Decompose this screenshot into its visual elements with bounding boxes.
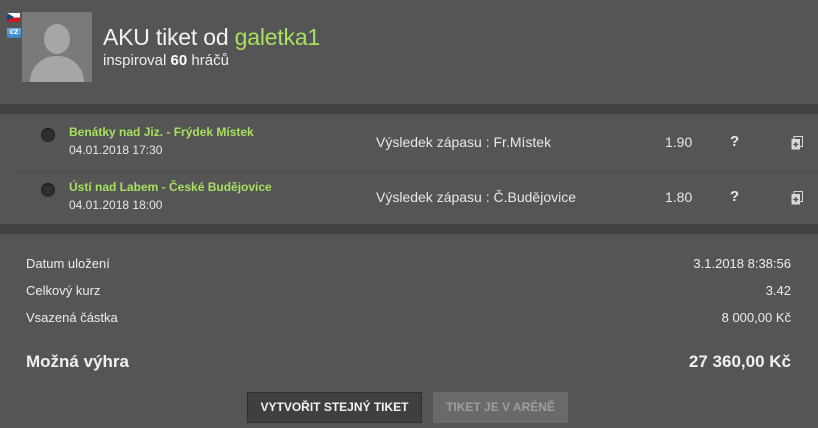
- inspired-count: 60: [170, 52, 188, 69]
- czech-flag-icon: [7, 13, 20, 22]
- match-row: Benátky nad Jiz. - Frýdek Místek 04.01.2…: [15, 117, 818, 170]
- separator-bottom: [0, 224, 818, 234]
- match-teams[interactable]: Ústí nad Labem - České Budějovice: [69, 180, 272, 194]
- summary-label: Celkový kurz: [26, 283, 101, 298]
- match-odds: 1.80: [665, 189, 693, 205]
- summary-value: 8 000,00 Kč: [721, 310, 791, 325]
- summary-value: 3.42: [765, 283, 791, 298]
- inspired-count-line: inspiroval 60 hráčů: [103, 52, 229, 69]
- summary-value: 3.1.2018 8:38:56: [693, 256, 791, 271]
- country-flags: CZ: [7, 13, 21, 38]
- summary-label: Možná výhra: [26, 352, 129, 371]
- match-status-unknown-icon: ?: [730, 188, 740, 205]
- summary-label: Datum uložení: [26, 256, 110, 271]
- match-bet-result: Výsledek zápasu : Fr.Místek: [376, 134, 552, 150]
- copy-ticket-icon[interactable]: [791, 136, 803, 150]
- summary-label: Vsazená částka: [26, 310, 118, 325]
- separator-top: [0, 104, 818, 114]
- country-badge: CZ: [7, 28, 21, 38]
- inspired-suffix: hráčů: [191, 52, 229, 69]
- copy-ticket-icon[interactable]: [791, 191, 803, 205]
- match-odds: 1.90: [665, 134, 693, 150]
- match-row: Ústí nad Labem - České Budějovice 04.01.…: [15, 171, 818, 224]
- ticket-in-arena-button[interactable]: TIKET JE V ARÉNĚ: [433, 392, 568, 423]
- match-status-dot-icon: [41, 128, 55, 142]
- ticket-title: AKU tiket od galetka1: [103, 24, 320, 51]
- match-datetime: 04.01.2018 18:00: [69, 198, 163, 212]
- match-teams[interactable]: Benátky nad Jiz. - Frýdek Místek: [69, 125, 254, 139]
- match-status-dot-icon: [41, 183, 55, 197]
- username-link[interactable]: galetka1: [235, 24, 321, 50]
- create-same-ticket-button[interactable]: VYTVOŘIT STEJNÝ TIKET: [247, 392, 422, 423]
- match-datetime: 04.01.2018 17:30: [69, 143, 163, 157]
- ticket-title-prefix: AKU tiket od: [103, 24, 229, 50]
- ticket-header: CZ AKU tiket od galetka1 inspiroval 60 h…: [0, 0, 818, 104]
- user-avatar[interactable]: [22, 12, 92, 82]
- match-bet-result: Výsledek zápasu : Č.Budějovice: [376, 189, 576, 205]
- inspired-prefix: inspiroval: [103, 52, 167, 69]
- avatar-body-shape: [30, 56, 84, 82]
- match-status-unknown-icon: ?: [730, 133, 740, 150]
- summary-value: 27 360,00 Kč: [688, 352, 791, 371]
- avatar-head-shape: [44, 24, 70, 54]
